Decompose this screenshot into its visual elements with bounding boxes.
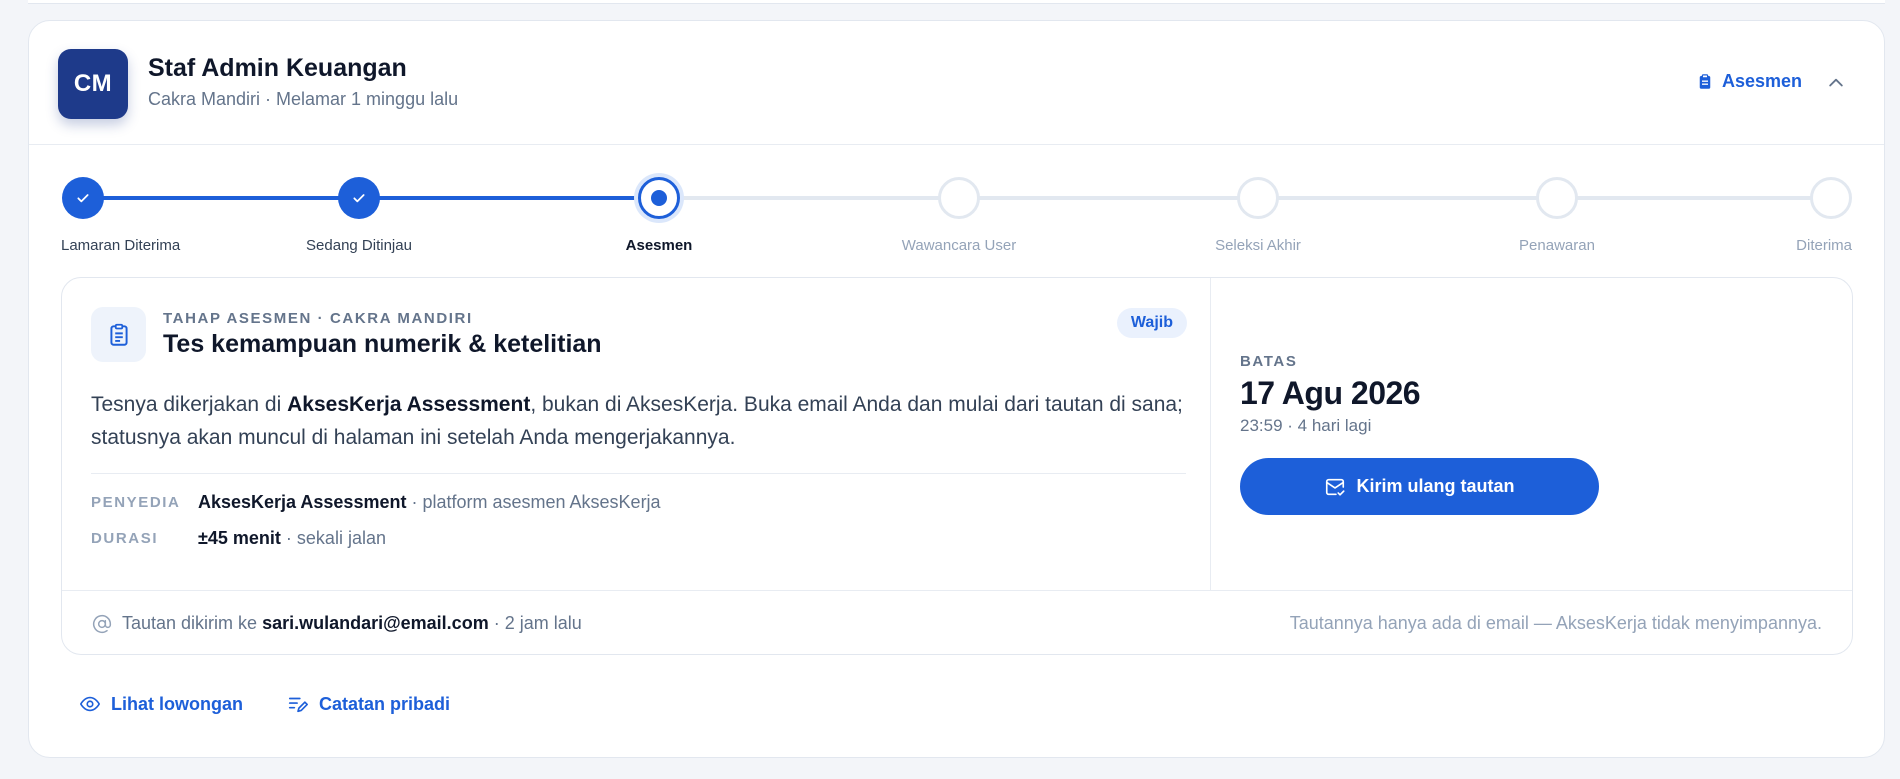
current-step-dot: [651, 190, 667, 206]
duration-amount: ±45 menit: [198, 528, 281, 548]
step-label: Diterima: [1796, 237, 1852, 254]
stepper-connector: [1258, 196, 1557, 200]
view-job-link[interactable]: Lihat lowongan: [79, 693, 243, 715]
recipient-email: sari.wulandari@email.com: [262, 613, 489, 633]
status-link[interactable]: Asesmen: [1696, 71, 1802, 92]
mail-check-icon: [1324, 476, 1346, 498]
job-subtitle: Cakra Mandiri · Melamar 1 minggu lalu: [148, 89, 459, 109]
duration-note: · sekali jalan: [280, 528, 386, 548]
step-label: Asesmen: [625, 237, 693, 254]
step-indicator-todo: [1237, 177, 1279, 219]
clipboard-list-icon: [106, 322, 132, 348]
card-actions: Lihat lowongan Catatan pribadi: [79, 693, 450, 715]
check-icon: [351, 190, 367, 206]
required-badge: Wajib: [1116, 308, 1187, 338]
duration-row: DURASI ±45 menit · sekali jalan: [91, 528, 386, 549]
deadline-date: 17 Agu 2026: [1240, 375, 1421, 411]
email-only-note: Tautannya hanya ada di email — AksesKerj…: [1289, 613, 1822, 633]
step-label: Wawancara User: [901, 237, 1017, 254]
stepper-connector: [83, 196, 359, 200]
previous-card-edge: [28, 0, 1885, 4]
clipboard-icon: [1696, 73, 1714, 91]
stepper-connector: [959, 196, 1258, 200]
provider-name: AksesKerja Assessment: [198, 492, 407, 512]
step-label: Sedang Ditinjau: [306, 237, 412, 254]
stepper-connector: [1557, 196, 1831, 200]
application-card: CM Staf Admin Keuangan Cakra Mandiri · M…: [28, 20, 1885, 758]
divider: [91, 473, 1186, 474]
step-indicator-todo: [1536, 177, 1578, 219]
eye-icon: [79, 693, 101, 715]
step-indicator-todo: [1810, 177, 1852, 219]
duration-value: ±45 menit · sekali jalan: [198, 528, 386, 549]
view-job-label: Lihat lowongan: [111, 693, 243, 714]
resend-button-label: Kirim ulang tautan: [1356, 476, 1515, 496]
link-sent-footer: Tautan dikirim ke sari.wulandari@email.c…: [62, 590, 1852, 654]
notes-edit-icon: [287, 693, 309, 715]
provider-label: PENYEDIA: [91, 494, 181, 511]
step-indicator-current: [638, 177, 680, 219]
description-text: Tesnya dikerjakan di: [91, 393, 288, 416]
assessment-description: Tesnya dikerjakan di AksesKerja Assessme…: [91, 388, 1186, 454]
personal-notes-label: Catatan pribadi: [319, 693, 451, 714]
collapse-button[interactable]: [1824, 71, 1848, 95]
at-sign-icon: [92, 614, 112, 634]
sent-time: · 2 jam lalu: [488, 613, 582, 633]
link-sent-info: Tautan dikirim ke sari.wulandari@email.c…: [92, 613, 582, 634]
link-sent-text: Tautan dikirim ke sari.wulandari@email.c…: [122, 613, 582, 634]
application-progress-stepper: Lamaran Diterima Sedang Ditinjau Asesmen Wa…: [29, 145, 1884, 255]
chevron-up-icon: [1826, 73, 1846, 93]
provider-row: PENYEDIA AksesKerja Assessment · platfor…: [91, 492, 661, 513]
company-avatar: CM: [58, 49, 128, 119]
deadline-label: BATAS: [1240, 353, 1298, 370]
assessment-details: TAHAP ASESMEN · CAKRA MANDIRI Tes kemamp…: [62, 278, 1210, 590]
step-indicator-todo: [938, 177, 980, 219]
deadline-remaining: 23:59 · 4 hari lagi: [1240, 416, 1372, 435]
step-indicator-done: [62, 177, 104, 219]
sent-to-label: Tautan dikirim ke: [122, 613, 263, 633]
application-header: CM Staf Admin Keuangan Cakra Mandiri · M…: [29, 21, 1884, 145]
step-label: Seleksi Akhir: [1215, 237, 1301, 254]
stepper-connector: [359, 196, 659, 200]
step-label: Penawaran: [1519, 237, 1595, 254]
assessment-eyebrow: TAHAP ASESMEN · CAKRA MANDIRI: [163, 310, 473, 327]
resend-link-button[interactable]: Kirim ulang tautan: [1240, 458, 1599, 515]
assessment-icon-box: [91, 307, 146, 362]
provider-note: · platform asesmen AksesKerja: [406, 492, 661, 512]
step-indicator-done: [338, 177, 380, 219]
job-title: Staf Admin Keuangan: [148, 54, 407, 82]
assessment-panel: TAHAP ASESMEN · CAKRA MANDIRI Tes kemamp…: [61, 277, 1853, 655]
check-icon: [75, 190, 91, 206]
personal-notes-link[interactable]: Catatan pribadi: [287, 693, 450, 715]
provider-value: AksesKerja Assessment · platform asesmen…: [198, 492, 661, 513]
status-link-label: Asesmen: [1721, 71, 1802, 91]
description-platform: AksesKerja Assessment: [287, 393, 531, 416]
assessment-title: Tes kemampuan numerik & ketelitian: [163, 330, 602, 358]
stepper-connector: [659, 196, 959, 200]
duration-label: DURASI: [91, 530, 159, 547]
step-label: Lamaran Diterima: [61, 237, 181, 254]
deadline-section: BATAS 17 Agu 2026 23:59 · 4 hari lagi Ki…: [1210, 278, 1852, 590]
